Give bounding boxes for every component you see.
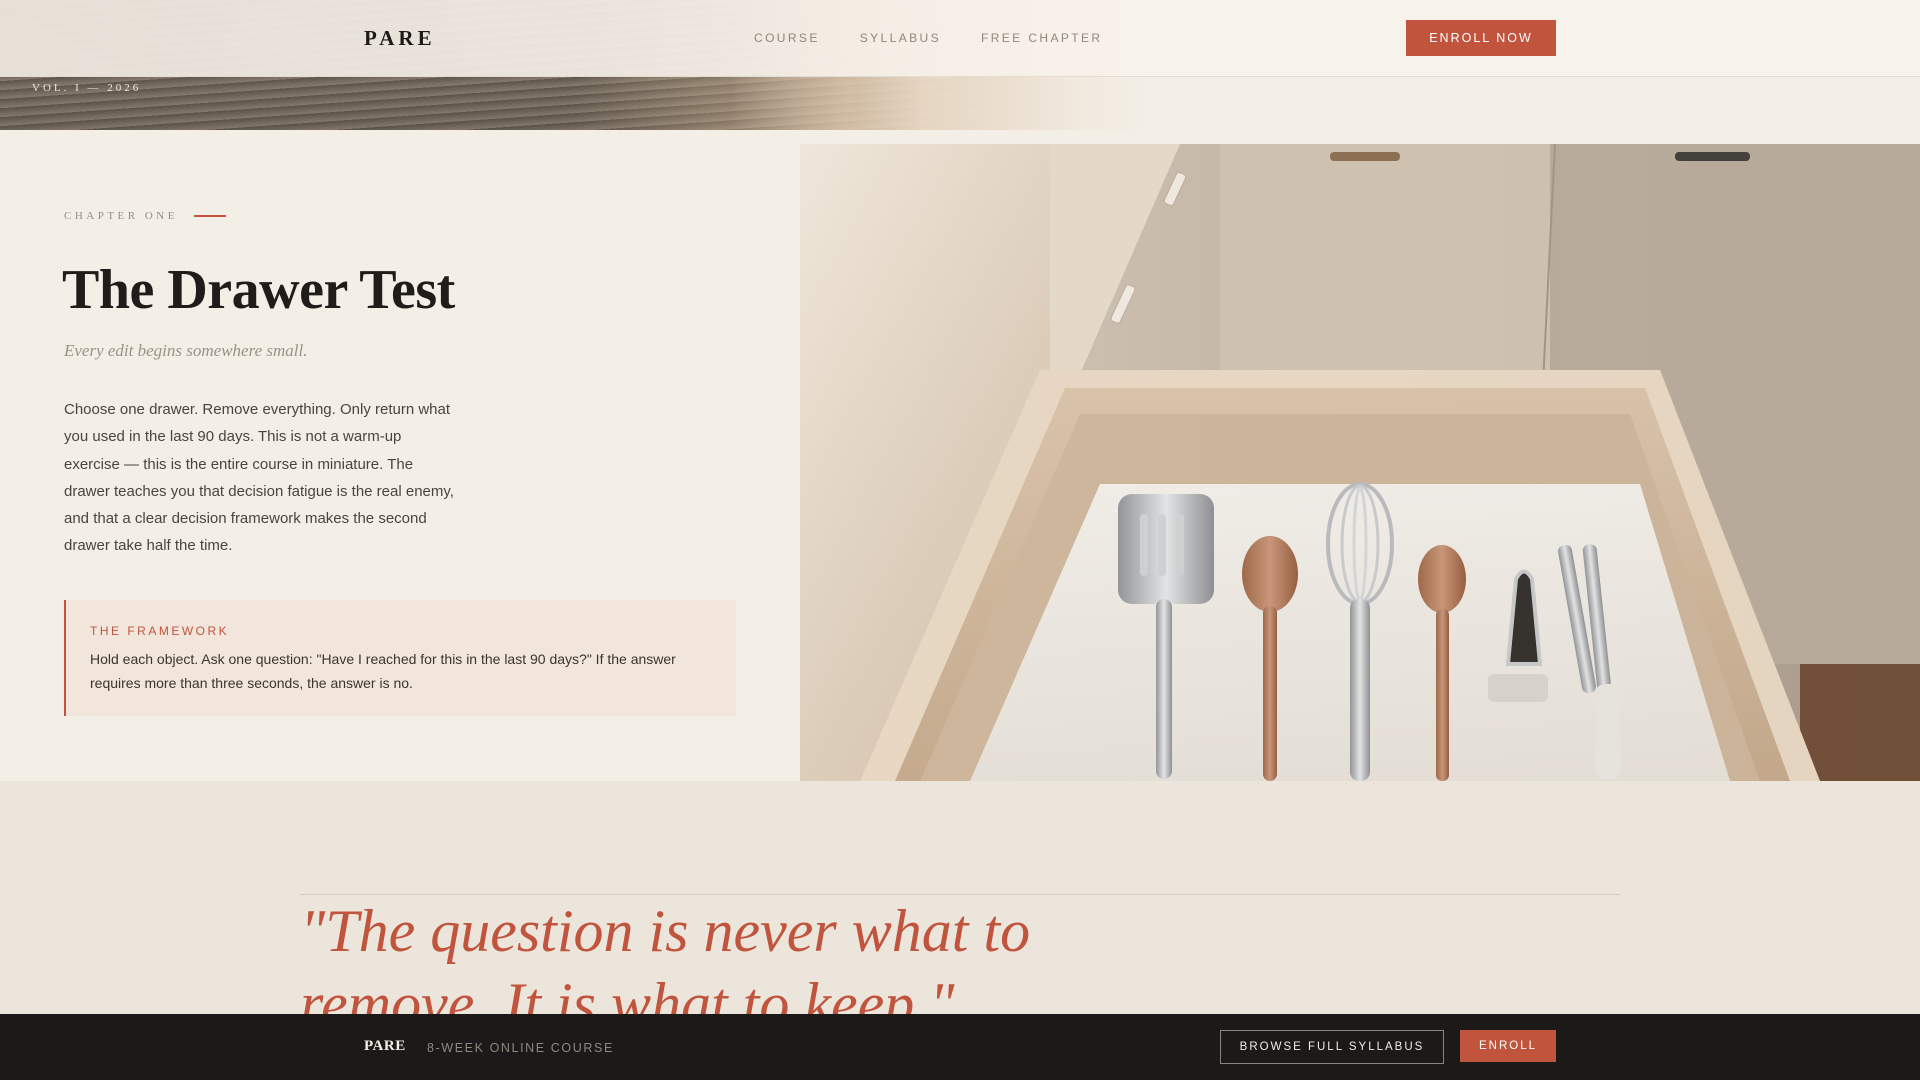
- chapter-label: CHAPTER ONE: [64, 210, 178, 222]
- page-subtitle: Every edit begins somewhere small.: [64, 341, 308, 360]
- framework-label: THE FRAMEWORK: [90, 624, 230, 638]
- site-header: PARE COURSE SYLLABUS FREE CHAPTER ENROLL…: [0, 0, 1920, 77]
- nav-syllabus[interactable]: SYLLABUS: [860, 31, 941, 45]
- accent-rule: [193, 215, 226, 217]
- main-nav: COURSE SYLLABUS FREE CHAPTER: [754, 31, 1102, 45]
- course-tagline: 8-WEEK ONLINE COURSE: [427, 1041, 614, 1055]
- sticky-logo[interactable]: PARE: [364, 1038, 406, 1055]
- framework-text: Hold each object. Ask one question: "Hav…: [90, 651, 676, 691]
- framework-callout: THE FRAMEWORK Hold each object. Ask one …: [64, 600, 736, 716]
- sticky-enroll-bar: PARE 8-WEEK ONLINE COURSE BROWSE FULL SY…: [0, 1014, 1920, 1080]
- nav-free-chapter[interactable]: FREE CHAPTER: [981, 31, 1102, 45]
- drawer-photo: [800, 144, 1920, 781]
- chapter-eyebrow: CHAPTER ONE: [64, 210, 226, 222]
- enroll-button[interactable]: ENROLL: [1460, 1030, 1556, 1062]
- nav-course[interactable]: COURSE: [754, 31, 820, 45]
- chapter-body: Choose one drawer. Remove everything. On…: [64, 401, 454, 555]
- volume-label: VOL. I — 2026: [32, 82, 142, 94]
- browse-syllabus-button[interactable]: BROWSE FULL SYLLABUS: [1220, 1030, 1444, 1064]
- logo[interactable]: PARE: [364, 26, 436, 51]
- enroll-now-button[interactable]: ENROLL NOW: [1406, 20, 1556, 56]
- page-title: The Drawer Test: [62, 259, 455, 321]
